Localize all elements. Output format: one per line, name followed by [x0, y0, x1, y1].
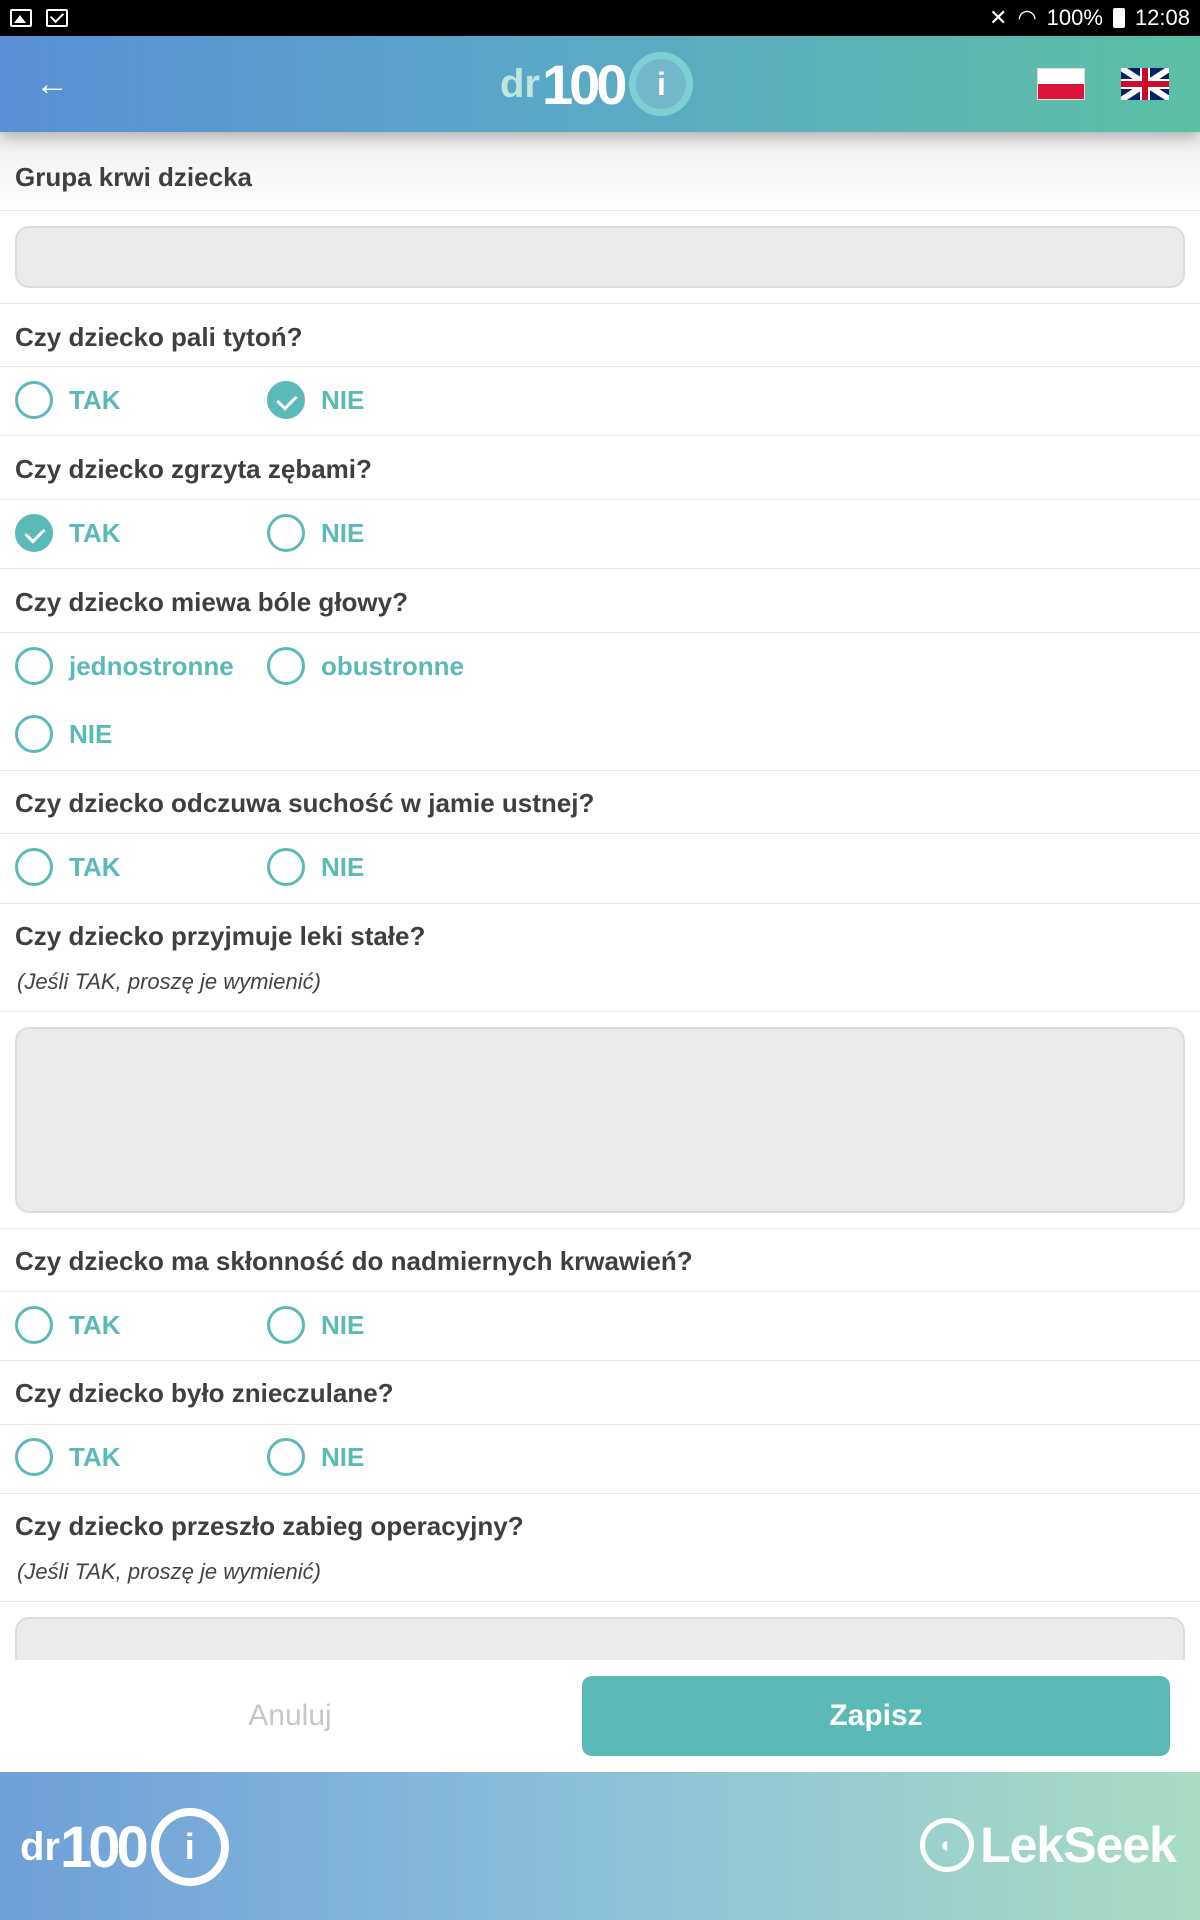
banner-child-icon: i — [150, 1808, 229, 1886]
question-bleeding: Czy dziecko ma skłonność do nadmiernych … — [15, 1246, 693, 1276]
radio-label: TAK — [69, 851, 121, 882]
radio-label: TAK — [69, 1309, 121, 1340]
polish-flag-icon[interactable] — [1037, 68, 1085, 100]
smokes-no-radio[interactable]: NIE — [267, 381, 364, 419]
battery-level: 100% — [1046, 5, 1103, 30]
headaches-both-sided-radio[interactable]: obustronne — [267, 647, 464, 685]
question-surgery: Czy dziecko przeszło zabieg operacyjny? — [15, 1511, 524, 1541]
radio-label: NIE — [321, 851, 365, 882]
banner-dr-text: dr — [20, 1824, 60, 1869]
mute-icon: ✕ — [989, 5, 1008, 30]
question-blood-group: Grupa krwi dziecka — [15, 162, 252, 192]
logo-dr-text: dr — [500, 61, 540, 106]
question-grinds: Czy dziecko zgrzyta zębami? — [15, 454, 372, 484]
battery-icon — [1112, 8, 1125, 28]
radio-label: TAK — [69, 517, 121, 548]
radio-unchecked-icon — [15, 715, 53, 753]
logo-child-icon: i — [629, 52, 694, 116]
questionnaire-form: Grupa krwi dziecka Czy dziecko pali tyto… — [0, 132, 1200, 1660]
pill-icon: ◐ — [920, 1818, 975, 1872]
radio-checked-icon — [15, 514, 53, 552]
lekseek-text: LekSeek — [980, 1817, 1177, 1873]
radio-label: TAK — [69, 1441, 121, 1472]
radio-label: TAK — [69, 384, 121, 415]
dry-mouth-yes-radio[interactable]: TAK — [15, 848, 121, 886]
cancel-button[interactable]: Anuluj — [150, 1676, 430, 1756]
clock: 12:08 — [1134, 5, 1190, 30]
bleeding-yes-radio[interactable]: TAK — [15, 1306, 121, 1344]
app-header: ← dr 100 i — [0, 36, 1200, 132]
radio-unchecked-icon — [15, 1306, 53, 1344]
logo-number-text: 100 — [542, 52, 627, 116]
radio-label: NIE — [321, 384, 365, 415]
lekseek-logo: ◐ LekSeek — [920, 1816, 1177, 1874]
banner-number-text: 100 — [60, 1814, 149, 1880]
question-smokes: Czy dziecko pali tytoń? — [15, 322, 303, 352]
form-actions: Anuluj Zapisz — [0, 1660, 1200, 1772]
dry-mouth-no-radio[interactable]: NIE — [267, 848, 364, 886]
radio-label: NIE — [321, 1309, 365, 1340]
radio-unchecked-icon — [267, 848, 305, 886]
logo-mark: i — [656, 65, 666, 102]
radio-label: NIE — [321, 517, 365, 548]
radio-unchecked-icon — [15, 647, 53, 685]
radio-unchecked-icon — [267, 514, 305, 552]
blood-group-input[interactable] — [15, 226, 1185, 288]
uk-flag-icon[interactable] — [1121, 68, 1169, 100]
medication-textarea[interactable] — [15, 1027, 1185, 1213]
radio-unchecked-icon — [15, 848, 53, 886]
grinds-no-radio[interactable]: NIE — [267, 514, 364, 552]
radio-unchecked-icon — [267, 647, 305, 685]
dr100-logo: dr 100 i — [500, 46, 694, 122]
bleeding-no-radio[interactable]: NIE — [267, 1306, 364, 1344]
dr100-banner-logo: dr 100 i — [20, 1808, 229, 1886]
footer-banner: dr 100 i ◐ LekSeek — [0, 1772, 1200, 1920]
wifi-icon: ◠ — [1017, 5, 1037, 30]
radio-unchecked-icon — [15, 381, 53, 419]
surgery-textarea[interactable] — [15, 1617, 1185, 1660]
save-button[interactable]: Zapisz — [582, 1676, 1170, 1756]
headaches-no-radio[interactable]: NIE — [15, 715, 112, 753]
radio-label: jednostronne — [69, 650, 234, 681]
headaches-one-sided-radio[interactable]: jednostronne — [15, 647, 234, 685]
radio-checked-icon — [267, 381, 305, 419]
question-medication: Czy dziecko przyjmuje leki stałe? — [15, 921, 426, 951]
medication-note: (Jeśli TAK, proszę je wymienić) — [17, 969, 321, 994]
question-anesthesia: Czy dziecko było znieczulane? — [15, 1378, 394, 1408]
mail-notification-icon — [46, 9, 68, 27]
anesthesia-no-radio[interactable]: NIE — [267, 1438, 364, 1476]
radio-label: obustronne — [321, 650, 464, 681]
radio-unchecked-icon — [267, 1306, 305, 1344]
radio-unchecked-icon — [267, 1438, 305, 1476]
anesthesia-yes-radio[interactable]: TAK — [15, 1438, 121, 1476]
surgery-note: (Jeśli TAK, proszę je wymienić) — [17, 1559, 321, 1584]
grinds-yes-radio[interactable]: TAK — [15, 514, 121, 552]
back-arrow-icon[interactable]: ← — [28, 62, 76, 106]
radio-label: NIE — [321, 1441, 365, 1472]
banner-mark: i — [184, 1826, 195, 1867]
radio-label: NIE — [69, 718, 113, 749]
image-notification-icon — [10, 9, 32, 27]
radio-unchecked-icon — [15, 1438, 53, 1476]
question-dry-mouth: Czy dziecko odczuwa suchość w jamie ustn… — [15, 788, 595, 818]
status-bar: ✕ ◠ 100% 12:08 — [0, 0, 1200, 36]
question-headaches: Czy dziecko miewa bóle głowy? — [15, 587, 408, 617]
smokes-yes-radio[interactable]: TAK — [15, 381, 121, 419]
